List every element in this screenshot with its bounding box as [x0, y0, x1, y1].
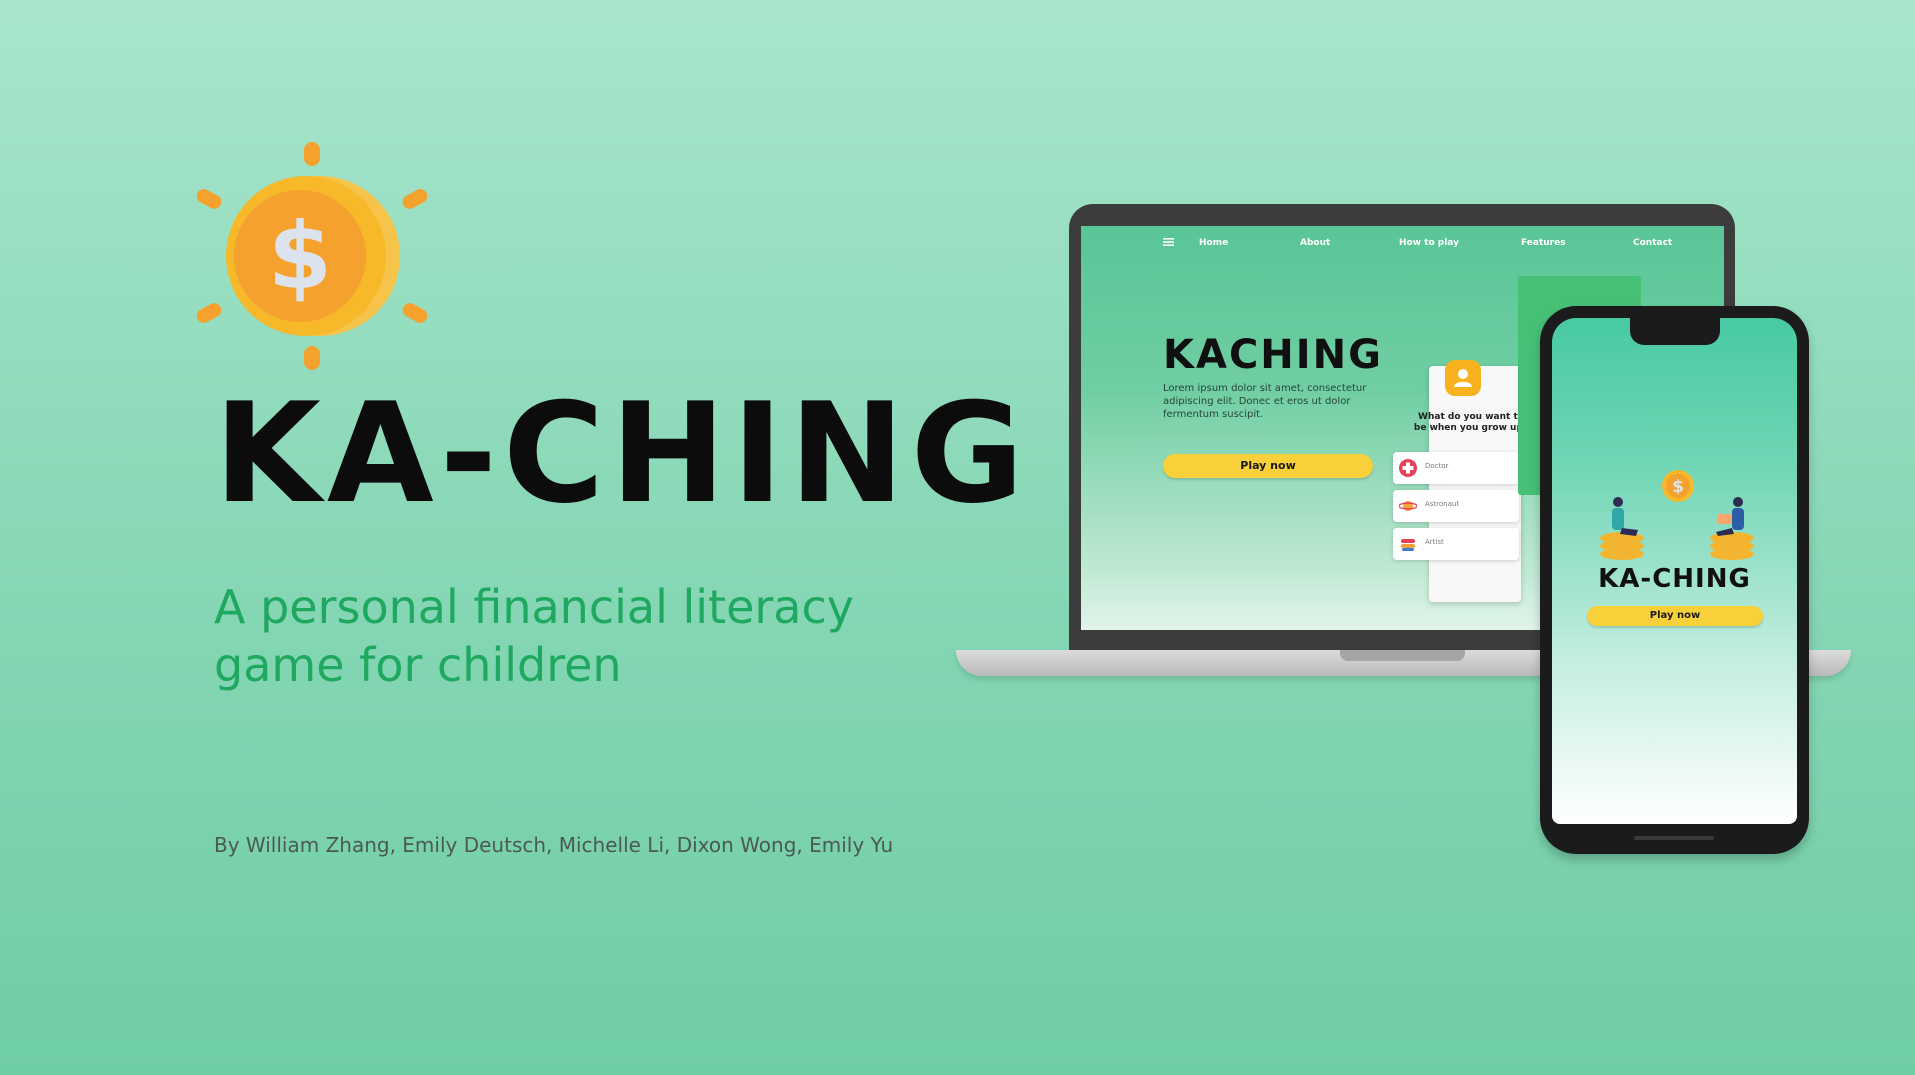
phone-home-indicator — [1634, 836, 1714, 840]
app-title: KA-CHING — [214, 373, 1030, 534]
kids-on-coins-illustration: $ — [1600, 470, 1754, 560]
question-text: What do you want to be when you grow up? — [1413, 412, 1529, 433]
hamburger-menu-icon[interactable] — [1163, 238, 1174, 246]
laptop-play-button[interactable]: Play now — [1163, 454, 1373, 478]
option-label: Artist — [1425, 538, 1444, 546]
option-label: Astronaut — [1425, 500, 1460, 508]
option-artist[interactable]: Artist — [1393, 528, 1519, 560]
dollar-coin-icon: $ — [196, 142, 428, 370]
planet-icon — [1399, 501, 1417, 511]
phone-frame: $ KA-CHING Play now — [1540, 306, 1809, 854]
option-astronaut[interactable]: Astronaut — [1393, 490, 1519, 522]
laptop-trackpad-notch — [1340, 650, 1465, 661]
paint-icon — [1401, 539, 1415, 551]
nav-how-to-play[interactable]: How to play — [1399, 238, 1459, 248]
phone-notch — [1630, 317, 1720, 345]
user-avatar-icon — [1445, 360, 1481, 396]
screen-description: Lorem ipsum dolor sit amet, consectetur … — [1163, 383, 1367, 420]
nav-about[interactable]: About — [1300, 238, 1330, 248]
phone-play-button[interactable]: Play now — [1587, 606, 1763, 626]
nav-features[interactable]: Features — [1521, 238, 1566, 248]
option-label: Doctor — [1425, 462, 1449, 470]
question-card: What do you want to be when you grow up?… — [1393, 360, 1528, 602]
coin-symbol: $ — [1672, 477, 1684, 497]
nav-home[interactable]: Home — [1199, 238, 1228, 248]
dollar-symbol: $ — [268, 203, 332, 310]
phone-screen: $ KA-CHING Play now — [1552, 318, 1797, 824]
tagline: A personal financial literacy game for c… — [214, 580, 855, 692]
phone-app-title: KA-CHING — [1598, 564, 1751, 594]
author-credits: By William Zhang, Emily Deutsch, Michell… — [214, 833, 894, 857]
option-doctor[interactable]: Doctor — [1393, 452, 1519, 484]
screen-headline: KACHING — [1163, 332, 1383, 378]
nav-contact[interactable]: Contact — [1633, 238, 1672, 248]
medical-cross-icon — [1399, 459, 1417, 477]
